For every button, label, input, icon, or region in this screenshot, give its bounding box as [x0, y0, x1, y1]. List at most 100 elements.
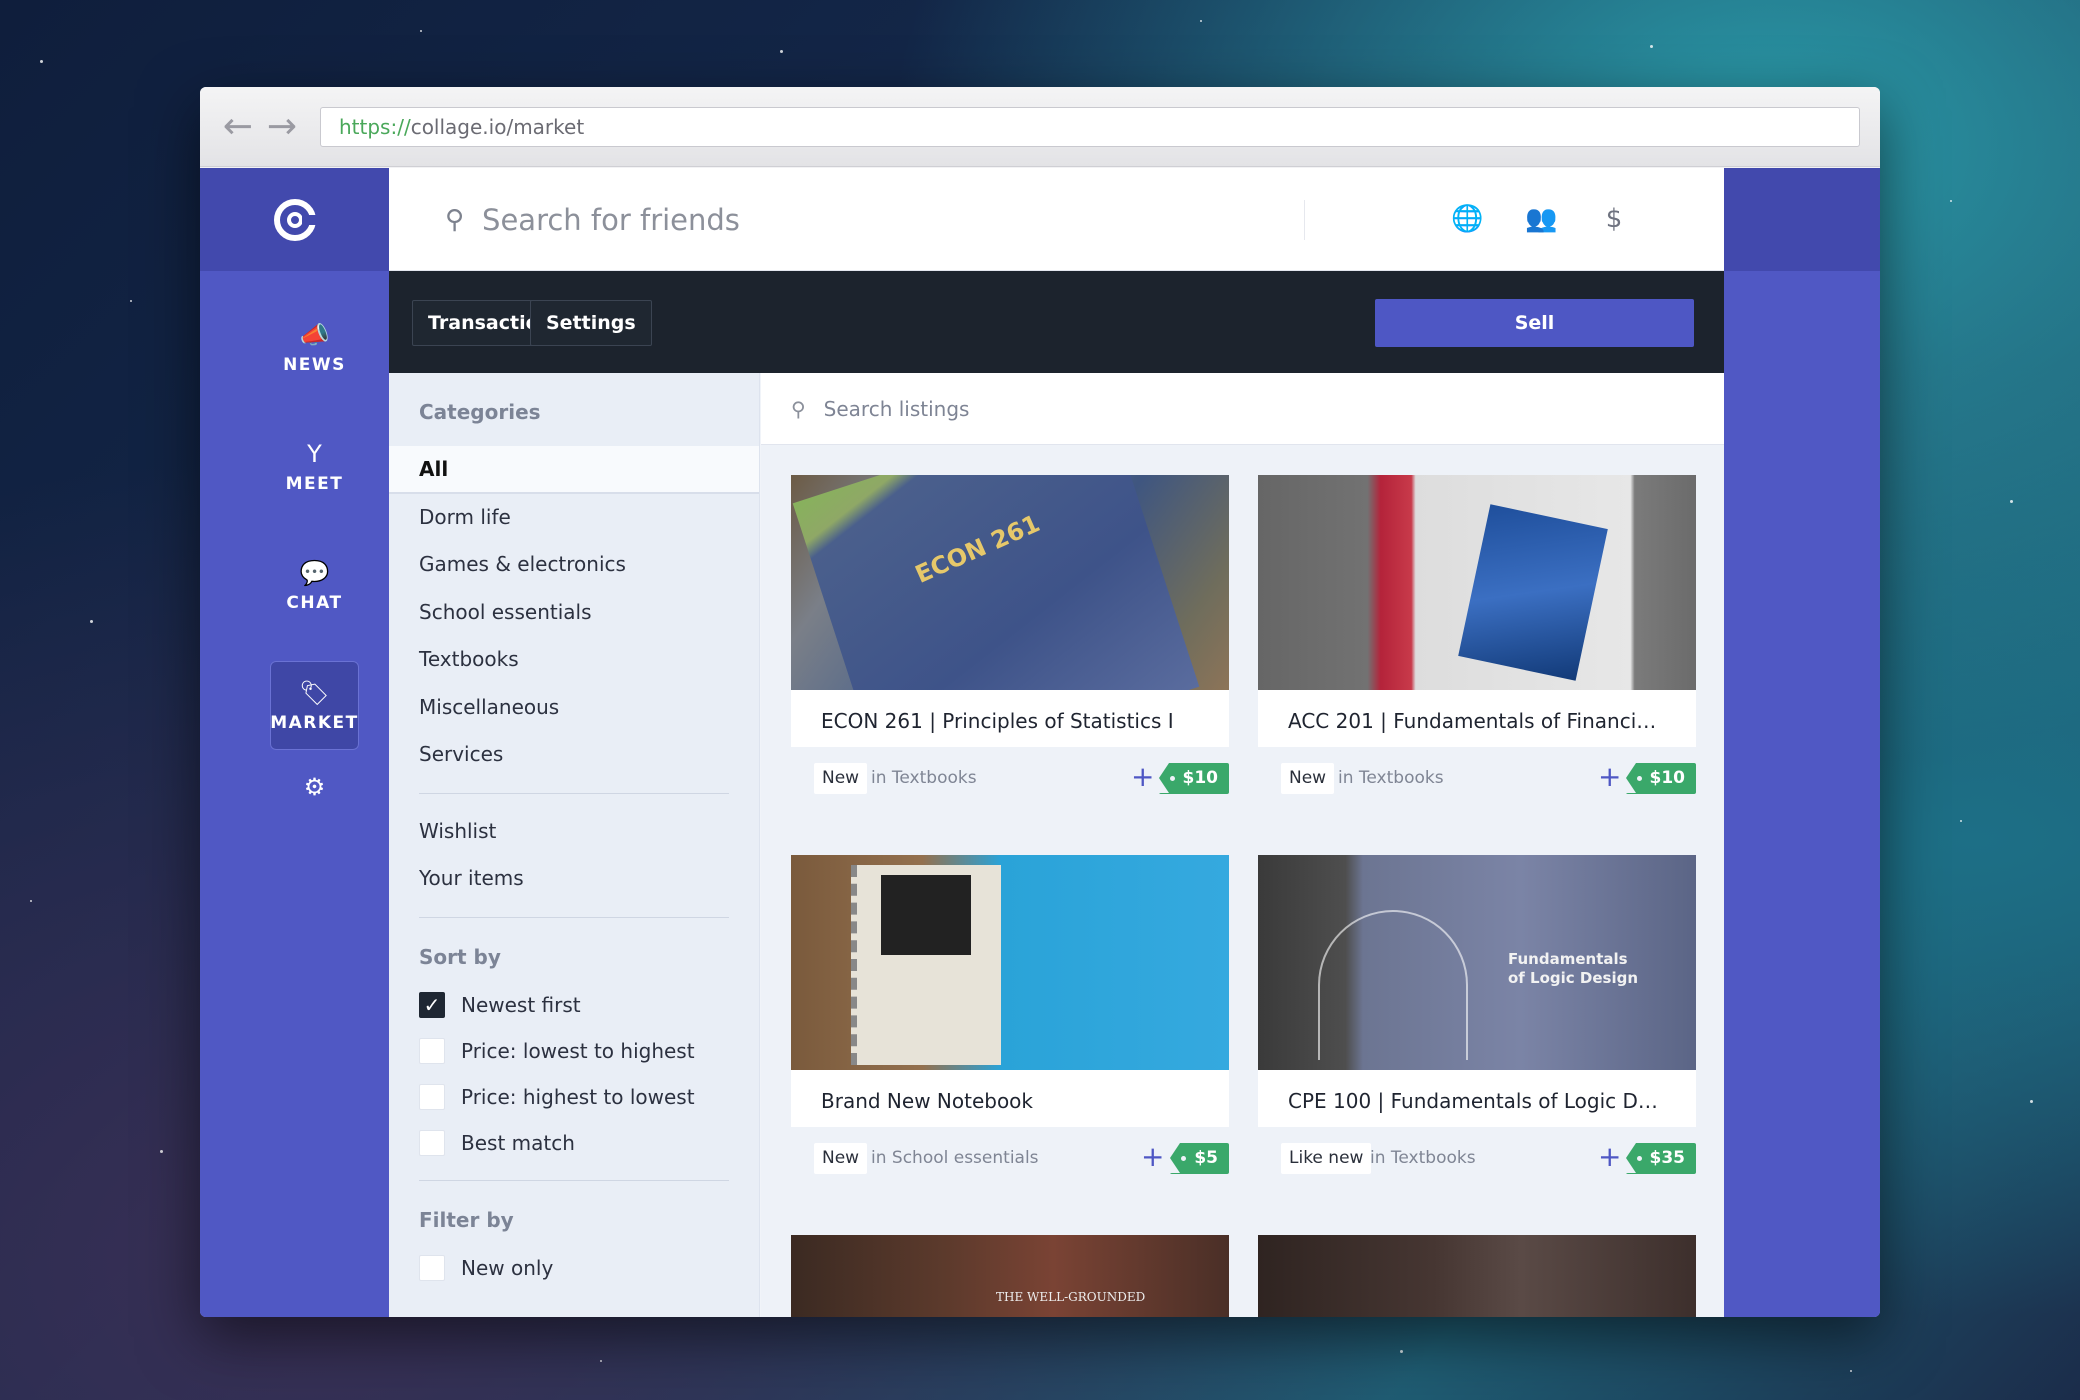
- add-to-wishlist-icon[interactable]: +: [1598, 1139, 1621, 1175]
- listing-image[interactable]: Fundamentals of Logic Design: [1258, 855, 1696, 1070]
- listing-category: in School essentials: [871, 1148, 1039, 1168]
- listing-card[interactable]: ECON 261 ECON 261 | Principles of Statis…: [791, 475, 1229, 795]
- listing-meta: Like new in Textbooks + $35: [1258, 1127, 1696, 1175]
- condition-badge: New: [1281, 763, 1335, 794]
- nav-chat[interactable]: 💬 CHAT: [270, 541, 359, 630]
- listing-search: ⚲: [761, 373, 1724, 445]
- listing-category: in Textbooks: [1370, 1148, 1476, 1168]
- category-textbooks[interactable]: Textbooks: [389, 636, 759, 684]
- divider: [419, 1179, 729, 1181]
- listing-card[interactable]: Fundamentals of Logic Design CPE 100 | F…: [1258, 855, 1696, 1175]
- filter-sidebar: Categories All Dorm life Games & electro…: [389, 373, 760, 1317]
- listing-title[interactable]: ECON 261 | Principles of Statistics I: [791, 690, 1229, 747]
- checkbox-checked[interactable]: ✓: [419, 991, 445, 1018]
- settings-button[interactable]: Settings: [530, 300, 652, 346]
- checkbox[interactable]: [419, 1083, 445, 1110]
- listing-image[interactable]: [791, 855, 1229, 1070]
- filter-heading: Filter by: [419, 1207, 514, 1232]
- globe-icon[interactable]: 🌐: [1451, 202, 1483, 236]
- add-to-wishlist-icon[interactable]: +: [1141, 1139, 1164, 1175]
- market-toolbar: Transactions Settings Sell: [389, 271, 1724, 373]
- nav-chat-label: CHAT: [286, 592, 343, 613]
- sort-option-label: Best match: [461, 1130, 575, 1155]
- checkbox[interactable]: [419, 1037, 445, 1064]
- chat-bubbles-icon: 💬: [299, 558, 330, 587]
- condition-badge: New: [814, 763, 868, 794]
- category-all[interactable]: All: [389, 446, 759, 494]
- listing-search-input[interactable]: [823, 396, 1324, 421]
- settings-gear[interactable]: ⚙: [270, 763, 359, 813]
- divider: [419, 916, 729, 918]
- cover-text: THE WELL-GROUNDED: [996, 1290, 1146, 1304]
- listing-category: in Textbooks: [871, 768, 977, 788]
- wishlist-link[interactable]: Wishlist: [389, 808, 759, 856]
- sort-price-low-high[interactable]: Price: lowest to highest: [389, 1028, 759, 1074]
- cover-text: Fundamentals of Logic Design: [1508, 950, 1639, 987]
- nav-market[interactable]: 🏷 MARKET: [270, 661, 359, 750]
- left-nav-rail: 📣 NEWS Y MEET 💬 CHAT 🏷 MARKET ⚙: [200, 168, 389, 1317]
- checkbox[interactable]: [419, 1254, 445, 1281]
- condition-badge: New: [814, 1143, 868, 1174]
- category-school-essentials[interactable]: School essentials: [389, 589, 759, 637]
- divider: [419, 792, 729, 794]
- search-icon: ⚲: [791, 396, 806, 421]
- collage-logo-icon[interactable]: [273, 198, 316, 241]
- category-miscellaneous[interactable]: Miscellaneous: [389, 684, 759, 732]
- sell-button[interactable]: Sell: [1375, 299, 1694, 347]
- address-bar[interactable]: https://collage.io/market: [320, 107, 1860, 147]
- listing-title[interactable]: Brand New Notebook: [791, 1070, 1229, 1127]
- dollar-icon[interactable]: $: [1599, 202, 1629, 236]
- friend-search: ⚲: [445, 200, 1305, 240]
- sort-heading: Sort by: [419, 944, 501, 969]
- cocktail-icon: Y: [307, 439, 322, 468]
- nav-news[interactable]: 📣 NEWS: [270, 303, 359, 392]
- listing-image[interactable]: THE WELL-GROUNDED: [791, 1235, 1229, 1317]
- condition-badge: Like new: [1281, 1143, 1372, 1174]
- url-path: collage.io/market: [410, 115, 585, 139]
- sort-best-match[interactable]: Best match: [389, 1120, 759, 1166]
- listing-meta: New in Textbooks + $10: [791, 747, 1229, 795]
- category-games-electronics[interactable]: Games & electronics: [389, 541, 759, 589]
- price-tag: $5: [1170, 1143, 1229, 1174]
- users-icon[interactable]: 👥: [1525, 202, 1557, 236]
- nav-meet[interactable]: Y MEET: [270, 422, 359, 511]
- listing-meta: New in School essentials + $5: [791, 1127, 1229, 1175]
- category-dorm-life[interactable]: Dorm life: [389, 494, 759, 542]
- listing-category: in Textbooks: [1338, 768, 1444, 788]
- category-services[interactable]: Services: [389, 731, 759, 779]
- megaphone-icon: 📣: [299, 320, 330, 349]
- nav-market-label: MARKET: [270, 712, 359, 733]
- sort-newest-first[interactable]: ✓ Newest first: [389, 982, 759, 1028]
- add-to-wishlist-icon[interactable]: +: [1131, 759, 1154, 795]
- listing-card[interactable]: Brand New Notebook New in School essenti…: [791, 855, 1229, 1175]
- listing-image[interactable]: [1258, 1235, 1696, 1317]
- url-scheme: https://: [339, 115, 411, 139]
- logo-area[interactable]: [200, 168, 389, 271]
- price-tag: $35: [1625, 1143, 1696, 1174]
- main-panel: ⚲ 🌐 👥 $ Transactions Settings Sell Categ…: [389, 168, 1724, 1317]
- sort-option-label: Newest first: [461, 992, 581, 1017]
- back-arrow-icon[interactable]: ←: [218, 107, 258, 147]
- your-items-link[interactable]: Your items: [389, 855, 759, 903]
- sort-option-label: Price: highest to lowest: [461, 1084, 695, 1109]
- gear-icon: ⚙: [303, 773, 326, 801]
- app-shell: 📣 NEWS Y MEET 💬 CHAT 🏷 MARKET ⚙ ⚲ Search…: [200, 168, 1880, 1317]
- price-tag-icon: 🏷: [299, 678, 330, 707]
- listing-image[interactable]: ECON 261: [791, 475, 1229, 690]
- forward-arrow-icon[interactable]: →: [262, 107, 302, 147]
- filter-new-only[interactable]: New only: [389, 1245, 759, 1291]
- add-to-wishlist-icon[interactable]: +: [1598, 759, 1621, 795]
- listing-image[interactable]: [1258, 475, 1696, 690]
- listing-title[interactable]: ACC 201 | Fundamentals of Financial A...: [1258, 690, 1696, 747]
- listing-card[interactable]: THE WELL-GROUNDED: [791, 1235, 1229, 1317]
- sort-price-high-low[interactable]: Price: highest to lowest: [389, 1074, 759, 1120]
- nav-news-label: NEWS: [283, 354, 346, 375]
- price-tag: $10: [1158, 763, 1229, 794]
- checkbox[interactable]: [419, 1129, 445, 1156]
- listing-card[interactable]: [1258, 1235, 1696, 1317]
- friend-search-input[interactable]: [482, 203, 1083, 237]
- listing-title[interactable]: CPE 100 | Fundamentals of Logic Design: [1258, 1070, 1696, 1127]
- listing-card[interactable]: ACC 201 | Fundamentals of Financial A...…: [1258, 475, 1696, 795]
- filter-option-label: New only: [461, 1255, 554, 1280]
- top-icons: 🌐 👥 $: [1451, 202, 1629, 236]
